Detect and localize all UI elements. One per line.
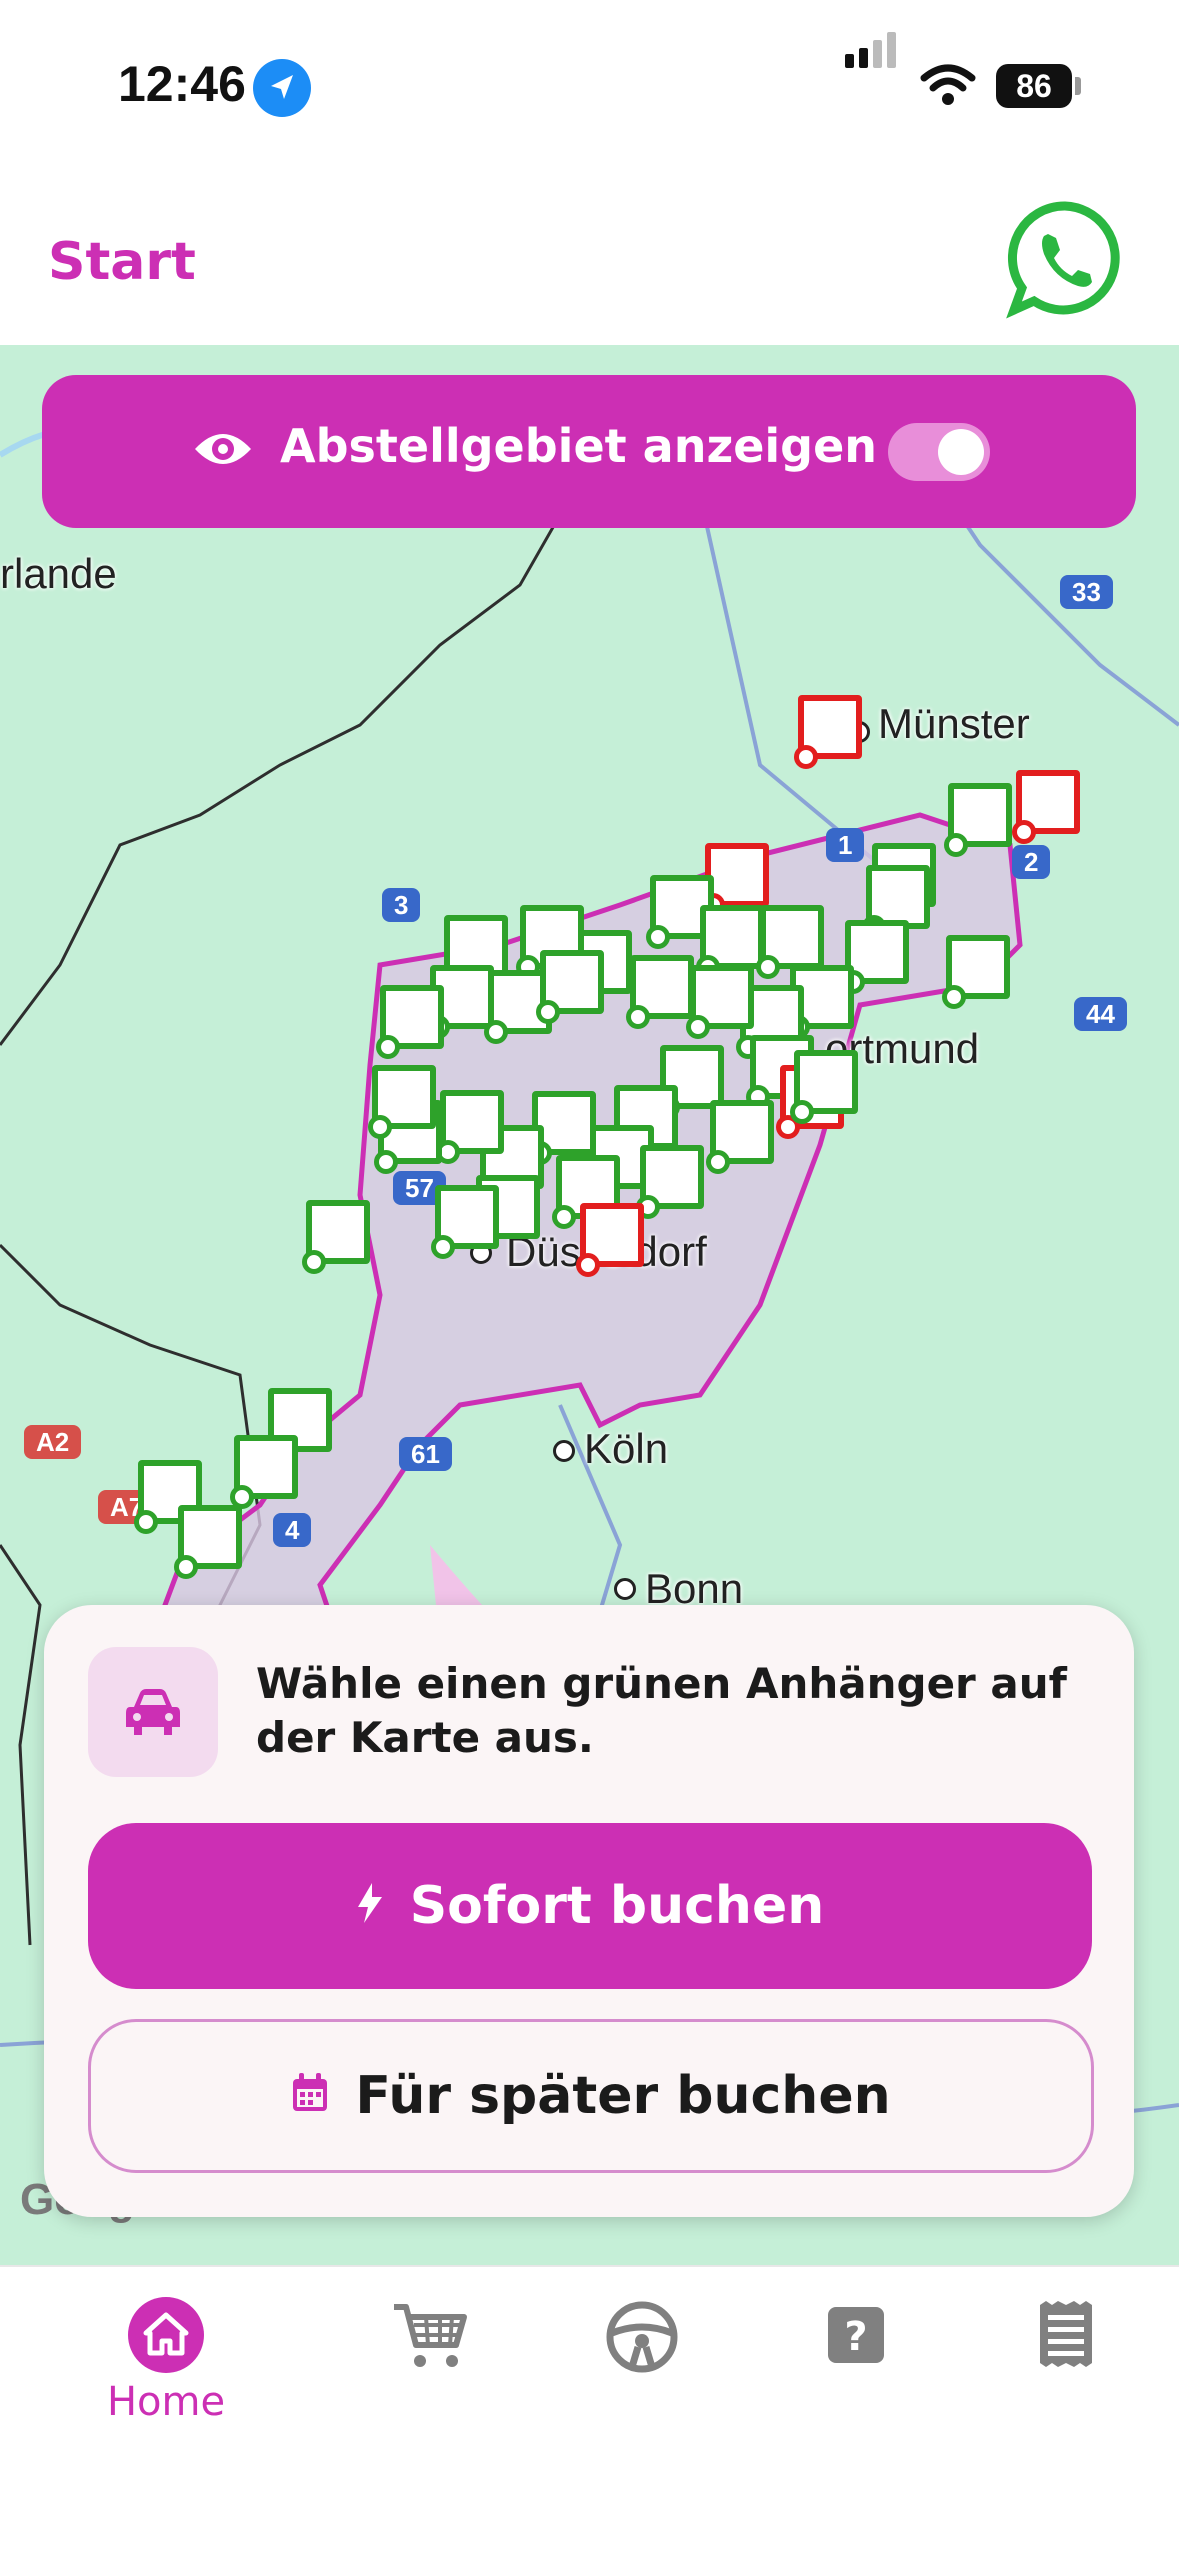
whatsapp-icon[interactable]	[1004, 198, 1126, 320]
trailer-marker-available[interactable]	[368, 1065, 436, 1139]
trailer-marker-available[interactable]	[706, 1100, 774, 1174]
help-icon: ?	[826, 2305, 886, 2369]
trailer-marker-available[interactable]	[436, 1090, 504, 1164]
wifi-icon	[920, 62, 976, 110]
trailer-marker-available[interactable]	[376, 985, 444, 1059]
trailer-marker-available[interactable]	[696, 905, 764, 979]
road-shield: 33	[1060, 575, 1113, 609]
road-shield: 3	[382, 888, 421, 922]
map-label: Köln	[584, 1425, 669, 1472]
city-dot	[614, 1578, 636, 1600]
parking-area-switch[interactable]	[888, 423, 990, 481]
trailer-marker-available[interactable]	[230, 1435, 298, 1509]
road-shield: A2	[24, 1425, 82, 1459]
top-navigation: Start	[0, 150, 1179, 345]
booking-card: Wähle einen grünen Anhänger auf der Kart…	[44, 1605, 1134, 2217]
parking-area-toggle-label: Abstellgebiet anzeigen	[280, 419, 878, 473]
battery-tip	[1075, 77, 1081, 95]
switch-knob	[938, 429, 984, 475]
tab-bar: Home ?	[0, 2265, 1179, 2558]
trailer-marker-unavailable[interactable]	[701, 843, 769, 917]
road-shield: 1	[826, 828, 865, 862]
book-now-button[interactable]: Sofort buchen	[88, 1823, 1092, 1989]
home-icon	[128, 2297, 204, 2373]
svg-text:?: ?	[844, 2314, 867, 2360]
car-icon	[124, 1687, 182, 1741]
cart-icon	[392, 2301, 468, 2375]
battery-indicator: 86	[996, 64, 1072, 108]
trailer-marker-available[interactable]	[841, 920, 909, 994]
book-later-label: Für später buchen	[355, 2066, 891, 2126]
trailer-marker-available[interactable]	[790, 1050, 858, 1124]
trailer-marker-available[interactable]	[686, 965, 754, 1039]
receipt-icon	[1038, 2301, 1094, 2371]
trailer-marker-available[interactable]	[942, 935, 1010, 1009]
tab-drive[interactable]	[544, 2267, 744, 2467]
status-bar: 12:46 86	[0, 0, 1179, 150]
trailer-marker-available[interactable]	[626, 955, 694, 1029]
road-shield: 44	[1074, 997, 1127, 1031]
trailer-marker-available[interactable]	[302, 1200, 370, 1274]
eye-icon	[193, 427, 253, 475]
road-shield: 2	[1012, 845, 1051, 879]
tab-home-label: Home	[106, 2379, 226, 2425]
book-later-button[interactable]: Für später buchen	[88, 2019, 1094, 2173]
trailer-marker-available[interactable]	[944, 783, 1012, 857]
road-shield: 61	[399, 1437, 452, 1471]
trailer-marker-unavailable[interactable]	[1012, 770, 1080, 844]
trailer-marker-available[interactable]	[636, 1145, 704, 1219]
calendar-icon	[291, 2066, 329, 2126]
steering-wheel-icon	[604, 2299, 680, 2379]
city-dot	[553, 1440, 575, 1462]
trailer-marker-available[interactable]	[431, 1185, 499, 1259]
trailer-marker-unavailable[interactable]	[794, 695, 862, 769]
start-link[interactable]: Start	[48, 232, 196, 292]
status-time: 12:46	[118, 56, 246, 112]
trailer-marker-available[interactable]	[756, 905, 824, 979]
parking-area-toggle[interactable]: Abstellgebiet anzeigen	[42, 375, 1136, 528]
trailer-marker-available[interactable]	[174, 1505, 242, 1579]
trailer-marker-unavailable[interactable]	[576, 1203, 644, 1277]
car-tile	[88, 1647, 218, 1777]
instruction-text: Wähle einen grünen Anhänger auf der Kart…	[256, 1659, 1067, 1762]
tab-receipts[interactable]	[966, 2267, 1166, 2467]
map-label: Münster	[878, 700, 1030, 747]
tab-help[interactable]: ?	[756, 2267, 956, 2467]
tab-home[interactable]: Home	[66, 2267, 266, 2467]
trailer-marker-available[interactable]	[536, 950, 604, 1024]
book-now-label: Sofort buchen	[409, 1876, 825, 1936]
map-label: rlande	[0, 550, 117, 597]
lightning-icon	[356, 1876, 384, 1936]
tab-cart[interactable]	[330, 2267, 530, 2467]
location-arrow-icon	[253, 59, 311, 117]
road-shield: 4	[273, 1513, 312, 1547]
